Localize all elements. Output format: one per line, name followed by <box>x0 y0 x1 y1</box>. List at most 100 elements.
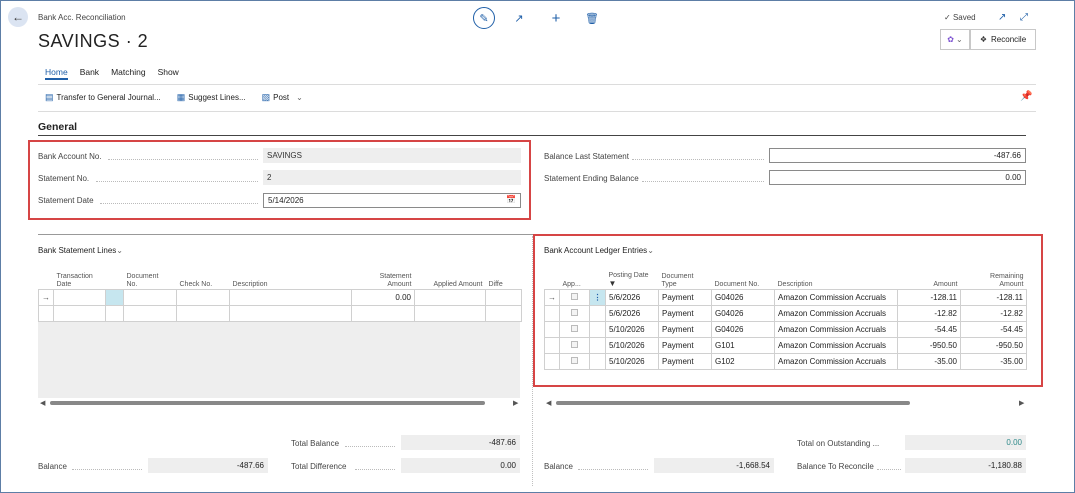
reconcile-button[interactable]: ❖ Reconcile <box>970 29 1036 50</box>
remaining-amount-cell[interactable]: -35.00 <box>960 352 1027 370</box>
table-row[interactable] <box>38 304 522 322</box>
table-row[interactable]: 5/10/2026 Payment G04026 Amazon Commission … <box>544 320 1027 338</box>
applied-cell[interactable] <box>559 304 590 322</box>
remaining-amount-cell[interactable]: -950.50 <box>960 336 1027 354</box>
ledger-entries-scrollbar[interactable] <box>556 401 910 405</box>
row-menu-icon[interactable]: ⋮ <box>589 288 606 306</box>
applied-checkbox[interactable] <box>571 308 578 316</box>
table-row[interactable]: → ⋮ 5/6/2026 Payment G04026 Amazon Commission… <box>544 288 1027 306</box>
col-difference[interactable]: Diffe <box>486 265 522 289</box>
document-type-cell[interactable]: Payment <box>658 320 712 338</box>
edit-button[interactable]: ✎ <box>473 7 495 29</box>
scroll-right-icon[interactable]: ▶ <box>513 399 518 407</box>
table-row[interactable]: 5/10/2026 Payment G102 Amazon Commission Ac… <box>544 352 1027 370</box>
suggest-lines-button[interactable]: ▦ Suggest Lines... <box>177 92 246 103</box>
document-no-cell[interactable]: G04026 <box>711 304 775 322</box>
open-new-window-button[interactable]: ↗ <box>998 12 1006 23</box>
amount-cell[interactable]: -128.11 <box>897 288 961 306</box>
applied-cell[interactable] <box>559 352 590 370</box>
delete-button[interactable]: 🗑 <box>582 8 602 28</box>
scroll-left-icon[interactable]: ◀ <box>546 399 551 407</box>
chevron-down-icon: ⌄ <box>296 93 303 102</box>
document-no-cell[interactable]: G101 <box>711 336 775 354</box>
description-cell[interactable]: Amazon Commission Accruals <box>774 352 898 370</box>
document-type-cell[interactable]: Payment <box>658 336 712 354</box>
description-cell[interactable]: Amazon Commission Accruals <box>774 320 898 338</box>
document-type-cell[interactable]: Payment <box>658 304 712 322</box>
scroll-right-icon[interactable]: ▶ <box>1019 399 1024 407</box>
col-check-no[interactable]: Check No. <box>177 265 230 289</box>
ledger-entries-title[interactable]: Bank Account Ledger Entries⌄ <box>544 246 654 255</box>
remaining-amount-cell[interactable]: -54.45 <box>960 320 1027 338</box>
col-remaining-amount[interactable]: Remaining Amount <box>961 265 1027 289</box>
statement-date-input[interactable]: 5/14/2026 📅 <box>263 193 521 208</box>
share-button[interactable]: ↗ <box>509 8 529 28</box>
remaining-amount-cell[interactable]: -12.82 <box>960 304 1027 322</box>
col-document-no[interactable]: Document No. <box>712 265 775 289</box>
row-menu-icon[interactable] <box>589 304 606 322</box>
statement-date-label: Statement Date <box>38 196 94 205</box>
document-type-cell[interactable]: Payment <box>658 352 712 370</box>
applied-checkbox[interactable] <box>571 324 578 332</box>
col-posting-date[interactable]: Posting Date ▼ <box>606 265 659 289</box>
col-description[interactable]: Description <box>230 265 352 289</box>
amount-cell[interactable]: -12.82 <box>897 304 961 322</box>
description-cell[interactable]: Amazon Commission Accruals <box>774 288 898 306</box>
posting-date-cell[interactable]: 5/10/2026 <box>605 352 659 370</box>
balance-last-field[interactable]: -487.66 <box>769 148 1026 163</box>
tab-show[interactable]: Show <box>158 67 179 80</box>
amount-cell[interactable]: -950.50 <box>897 336 961 354</box>
tab-home[interactable]: Home <box>45 67 68 80</box>
table-row[interactable]: → 0.00 <box>38 288 522 306</box>
remaining-amount-cell[interactable]: -128.11 <box>960 288 1027 306</box>
col-document-no[interactable]: Document No. <box>124 265 177 289</box>
document-type-cell[interactable]: Payment <box>658 288 712 306</box>
posting-date-cell[interactable]: 5/10/2026 <box>605 320 659 338</box>
applied-checkbox[interactable] <box>571 292 578 300</box>
tab-bank[interactable]: Bank <box>80 67 99 80</box>
applied-checkbox[interactable] <box>571 340 578 348</box>
description-cell[interactable]: Amazon Commission Accruals <box>774 336 898 354</box>
document-no-cell[interactable]: G04026 <box>711 320 775 338</box>
table-row[interactable]: 5/6/2026 Payment G04026 Amazon Commission A… <box>544 304 1027 322</box>
statement-lines-scrollbar[interactable] <box>50 401 485 405</box>
transfer-to-journal-button[interactable]: ▤ Transfer to General Journal... <box>45 92 161 103</box>
amount-cell[interactable]: -35.00 <box>897 352 961 370</box>
calendar-icon[interactable]: 📅 <box>506 195 516 204</box>
posting-date-cell[interactable]: 5/6/2026 <box>605 304 659 322</box>
description-cell[interactable]: Amazon Commission Accruals <box>774 304 898 322</box>
pin-button[interactable]: 📌 <box>1020 91 1032 102</box>
col-applied[interactable]: App... <box>560 265 590 289</box>
collapse-button[interactable]: ⤢ <box>1020 12 1028 23</box>
col-statement-amount[interactable]: Statement Amount <box>352 265 415 289</box>
applied-cell[interactable] <box>559 320 590 338</box>
post-button[interactable]: ▧ Post ⌄ <box>262 92 303 103</box>
col-description[interactable]: Description <box>775 265 898 289</box>
row-menu-icon[interactable] <box>589 320 606 338</box>
col-transaction-date[interactable]: Transaction Date <box>54 265 106 289</box>
document-no-cell[interactable]: G04026 <box>711 288 775 306</box>
new-button[interactable]: + <box>546 8 566 28</box>
posting-date-cell[interactable]: 5/10/2026 <box>605 336 659 354</box>
document-no-cell[interactable]: G102 <box>711 352 775 370</box>
row-menu-icon[interactable] <box>589 352 606 370</box>
tab-matching[interactable]: Matching <box>111 67 146 80</box>
filter-icon[interactable]: ▼ <box>609 279 617 288</box>
row-menu-icon[interactable] <box>589 336 606 354</box>
ending-balance-field[interactable]: 0.00 <box>769 170 1026 185</box>
amount-cell[interactable]: -54.45 <box>897 320 961 338</box>
scroll-left-icon[interactable]: ◀ <box>40 399 45 407</box>
applied-cell[interactable] <box>559 336 590 354</box>
outstanding-value[interactable]: 0.00 <box>905 435 1026 450</box>
statement-lines-title[interactable]: Bank Statement Lines⌄ <box>38 246 123 255</box>
col-amount[interactable]: Amount <box>898 265 961 289</box>
posting-date-cell[interactable]: 5/6/2026 <box>605 288 659 306</box>
applied-cell[interactable] <box>559 288 590 306</box>
statement-amount-cell[interactable]: 0.00 <box>351 288 415 306</box>
back-button[interactable]: ← <box>8 7 28 27</box>
col-applied-amount[interactable]: Applied Amount <box>415 265 486 289</box>
col-document-type[interactable]: Document Type <box>659 265 712 289</box>
applied-checkbox[interactable] <box>571 356 578 364</box>
copilot-button[interactable]: ✿ ⌄ <box>940 29 970 50</box>
table-row[interactable]: 5/10/2026 Payment G101 Amazon Commission Ac… <box>544 336 1027 354</box>
